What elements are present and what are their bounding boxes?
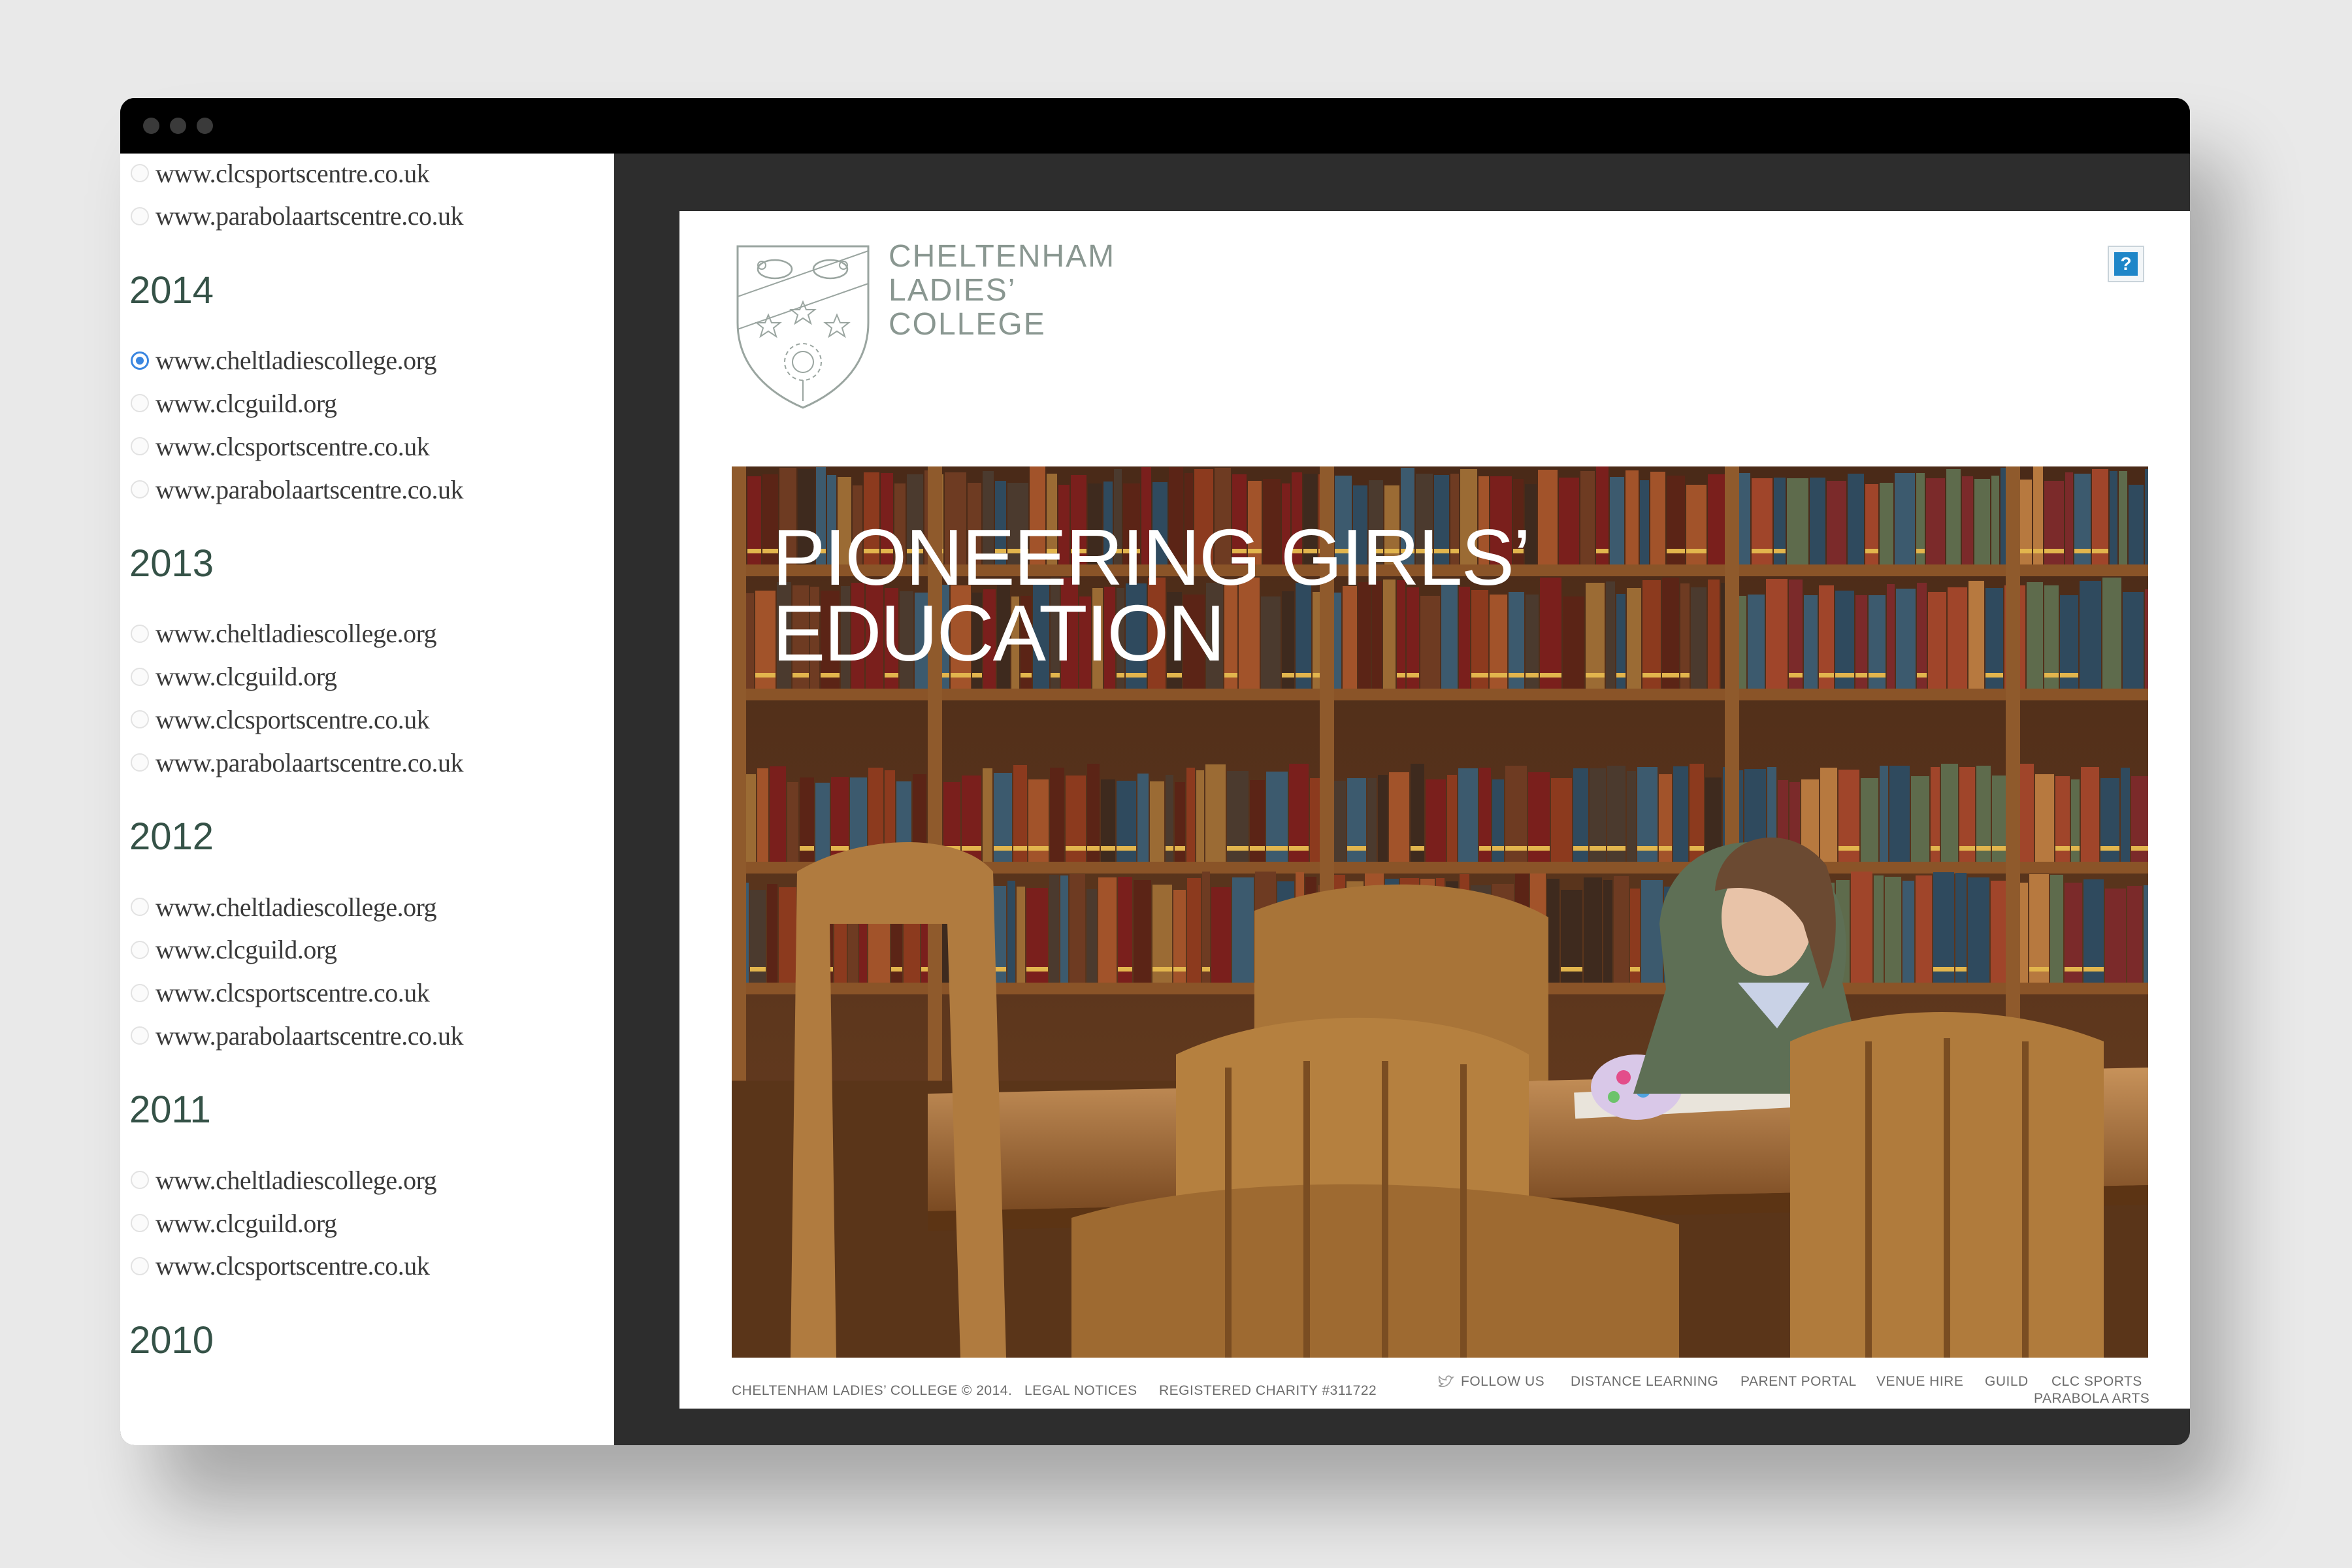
radio-selected[interactable] [131, 351, 149, 370]
archive-url-option[interactable]: www.clcsportscentre.co.uk [131, 702, 430, 736]
radio-unselected[interactable] [131, 1026, 149, 1045]
radio-unselected[interactable] [131, 206, 149, 225]
radio-unselected[interactable] [131, 667, 149, 686]
archive-url-option[interactable]: www.cheltladiescollege.org [131, 617, 437, 651]
archive-url-option[interactable]: www.clcsportscentre.co.uk [131, 976, 430, 1010]
radio-unselected[interactable] [131, 394, 149, 413]
radio-unselected[interactable] [131, 624, 149, 643]
footer-legal-link[interactable]: LEGAL NOTICES [1024, 1378, 1137, 1404]
year-heading: 2011 [129, 1088, 211, 1132]
archive-url-option[interactable]: www.clcguild.org [131, 933, 337, 967]
archive-url-option[interactable]: www.cheltladiescollege.org [131, 890, 437, 924]
archive-url-label: www.parabolaartscentre.co.uk [155, 1021, 463, 1051]
archive-url-option[interactable]: www.cheltladiescollege.org [131, 1163, 437, 1197]
radio-unselected[interactable] [131, 753, 149, 772]
radio-unselected[interactable] [131, 983, 149, 1002]
college-crest-icon [736, 245, 870, 409]
radio-unselected[interactable] [131, 164, 149, 182]
footer-follow-us[interactable]: FOLLOW US [1437, 1374, 1544, 1390]
archive-url-option[interactable]: www.clcguild.org [131, 1206, 337, 1240]
archive-url-label: www.parabolaartscentre.co.uk [155, 201, 463, 231]
help-button[interactable]: ? [2108, 246, 2144, 282]
footer-follow-label: FOLLOW US [1461, 1374, 1545, 1389]
radio-unselected[interactable] [131, 1171, 149, 1190]
archive-url-label: www.cheltladiescollege.org [155, 346, 437, 376]
year-heading: 2014 [129, 269, 214, 312]
title-bar [120, 98, 2190, 154]
hero-title-line-2: EDUCATION [772, 589, 1225, 678]
archive-url-label: www.clcguild.org [155, 388, 337, 418]
year-heading: 2010 [129, 1318, 214, 1362]
year-heading: 2012 [129, 815, 214, 858]
archive-url-label: www.clcsportscentre.co.uk [155, 158, 430, 188]
archive-url-label: www.clcsportscentre.co.uk [155, 978, 430, 1008]
archive-url-option[interactable]: www.clcguild.org [131, 386, 337, 420]
archive-url-option[interactable]: www.clcsportscentre.co.uk [131, 429, 430, 463]
archive-sidebar[interactable]: www.clcsportscentre.co.uk www.parabolaart… [120, 154, 614, 1445]
archive-url-option[interactable]: www.parabolaartscentre.co.uk [131, 745, 463, 779]
archive-url-label: www.parabolaartscentre.co.uk [155, 747, 463, 777]
radio-unselected[interactable] [131, 480, 149, 498]
footer-guild[interactable]: GUILD [1985, 1374, 2029, 1390]
archive-url-label: www.parabolaartscentre.co.uk [155, 474, 463, 504]
radio-unselected[interactable] [131, 1256, 149, 1275]
site-preview-page: CHELTENHAM LADIES’ COLLEGE ? PIONEERING … [679, 211, 2190, 1409]
footer-distance-learning[interactable]: DISTANCE LEARNING [1571, 1374, 1718, 1390]
brand-line-2[interactable]: LADIES’ [889, 272, 1016, 308]
archive-url-option[interactable]: www.clcsportscentre.co.uk [131, 156, 430, 190]
footer-copyright: CHELTENHAM LADIES’ COLLEGE © 2014. [732, 1383, 1013, 1398]
archive-url-label: www.clcsportscentre.co.uk [155, 1251, 430, 1281]
window-dot-maximize[interactable] [197, 118, 213, 134]
archive-url-option[interactable]: www.clcguild.org [131, 660, 337, 694]
brand-line-1[interactable]: CHELTENHAM [889, 238, 1115, 274]
radio-unselected[interactable] [131, 710, 149, 729]
archive-url-label: www.cheltladiescollege.org [155, 1165, 437, 1195]
hero-image: PIONEERING GIRLS’ EDUCATION [732, 466, 2148, 1358]
footer-clc-sports[interactable]: CLC SPORTS [2051, 1374, 2142, 1390]
footer-charity: REGISTERED CHARITY #311722 [1159, 1383, 1377, 1398]
radio-unselected[interactable] [131, 437, 149, 456]
archive-url-option[interactable]: www.clcsportscentre.co.uk [131, 1249, 430, 1283]
archive-url-label: www.cheltladiescollege.org [155, 619, 437, 649]
footer-venue-hire[interactable]: VENUE HIRE [1876, 1374, 1963, 1390]
brand-line-3[interactable]: COLLEGE [889, 306, 1046, 342]
twitter-icon [1438, 1375, 1454, 1388]
archive-url-option[interactable]: www.parabolaartscentre.co.uk [131, 472, 463, 506]
window-dot-close[interactable] [143, 118, 159, 134]
archive-url-label: www.clcguild.org [155, 935, 337, 965]
archive-url-label: www.cheltladiescollege.org [155, 892, 437, 922]
archive-url-option[interactable]: www.parabolaartscentre.co.uk [131, 199, 463, 233]
window-dot-minimize[interactable] [170, 118, 186, 134]
help-icon: ? [2114, 252, 2138, 276]
hero-title-line-1: PIONEERING GIRLS’ [772, 513, 1531, 602]
archive-url-label: www.clcsportscentre.co.uk [155, 704, 430, 734]
footer-parent-portal[interactable]: PARENT PORTAL [1740, 1374, 1857, 1390]
archive-url-option[interactable]: www.parabolaartscentre.co.uk [131, 1019, 463, 1053]
radio-unselected[interactable] [131, 1214, 149, 1232]
archive-url-label: www.clcguild.org [155, 662, 337, 692]
radio-unselected[interactable] [131, 940, 149, 959]
year-heading: 2013 [129, 542, 214, 585]
archive-url-label: www.clcguild.org [155, 1208, 337, 1238]
archive-url-option[interactable]: www.cheltladiescollege.org [131, 344, 437, 378]
archive-url-label: www.clcsportscentre.co.uk [155, 431, 430, 461]
radio-unselected[interactable] [131, 898, 149, 916]
footer-parabola-arts[interactable]: PARABOLA ARTS [2034, 1391, 2149, 1407]
